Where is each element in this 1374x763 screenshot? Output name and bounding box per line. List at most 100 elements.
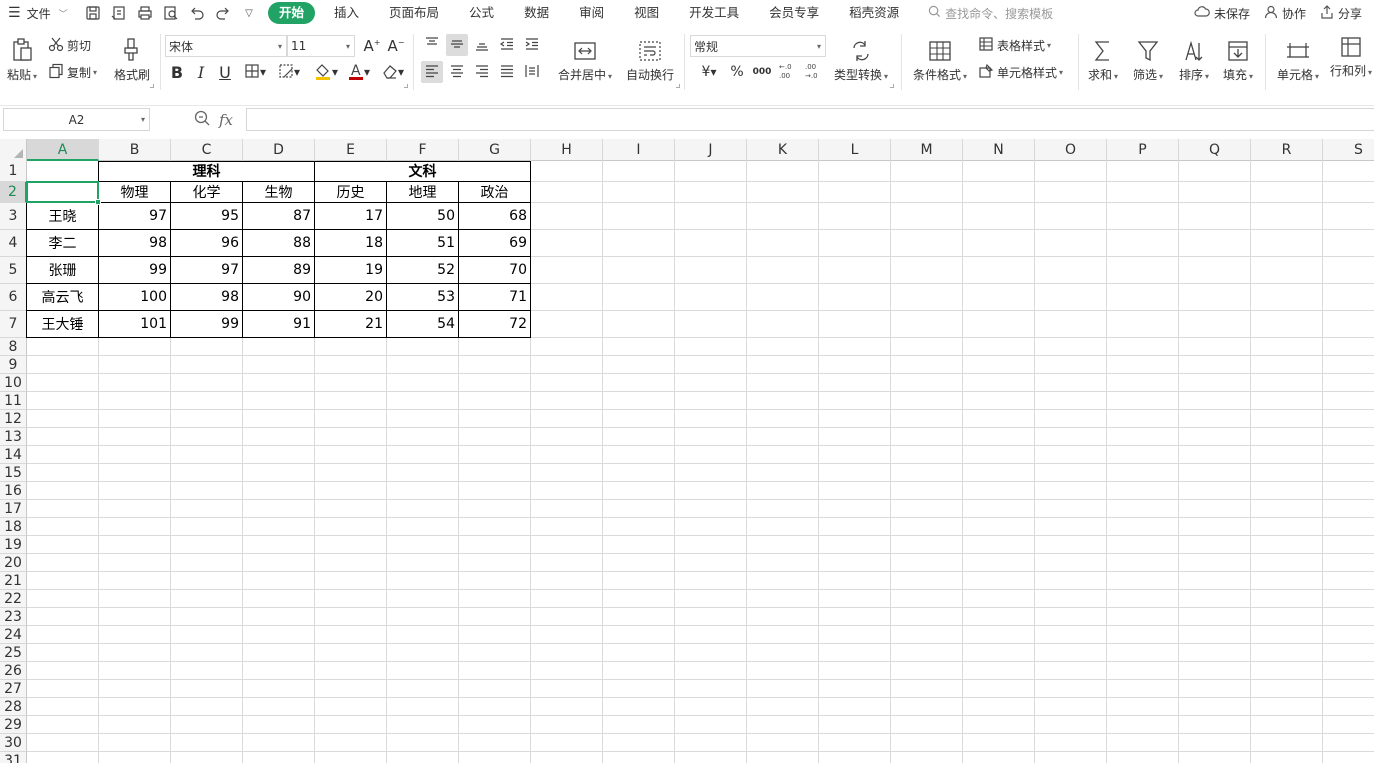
row-header-3[interactable]: 3 — [0, 203, 27, 230]
decrease-indent-button[interactable] — [496, 34, 518, 56]
cell-button[interactable]: 单元格 ▾ — [1272, 32, 1324, 86]
row-header-15[interactable]: 15 — [0, 464, 27, 482]
score-cell[interactable]: 96 — [171, 230, 242, 256]
tab-formulas[interactable]: 公式 — [454, 2, 509, 24]
tab-page-layout[interactable]: 页面布局 — [374, 2, 454, 24]
type-convert-button[interactable]: 类型转换 ▾ — [830, 32, 892, 86]
row-header-24[interactable]: 24 — [0, 626, 27, 644]
decrease-font-size-button[interactable]: A− — [385, 35, 407, 57]
row-header-2[interactable]: 2 — [0, 182, 27, 203]
score-cell[interactable]: 69 — [459, 230, 530, 256]
fill-handle[interactable] — [95, 199, 101, 205]
subject-header-cell[interactable]: 生物 — [243, 182, 314, 202]
score-cell[interactable]: 89 — [243, 257, 314, 283]
score-cell[interactable]: 71 — [459, 284, 530, 310]
row-header-20[interactable]: 20 — [0, 554, 27, 572]
tab-developer[interactable]: 开发工具 — [674, 2, 754, 24]
score-cell[interactable]: 99 — [99, 257, 170, 283]
print-icon[interactable] — [132, 2, 158, 24]
merged-header-arts[interactable]: 文科 — [315, 161, 530, 181]
score-cell[interactable]: 18 — [315, 230, 386, 256]
format-painter-button[interactable]: 格式刷 — [110, 32, 154, 86]
collaborate-button[interactable]: 协作 — [1264, 5, 1306, 22]
align-top-button[interactable] — [421, 34, 443, 56]
student-name-cell[interactable]: 李二 — [27, 230, 98, 256]
student-name-cell[interactable]: 张珊 — [27, 257, 98, 283]
score-cell[interactable]: 91 — [243, 311, 314, 337]
tab-membership[interactable]: 会员专享 — [754, 2, 834, 24]
score-cell[interactable]: 17 — [315, 203, 386, 229]
row-header-25[interactable]: 25 — [0, 644, 27, 662]
column-header-c[interactable]: C — [171, 139, 243, 161]
column-header-g[interactable]: G — [459, 139, 531, 161]
formula-input[interactable] — [246, 108, 1374, 131]
clipboard-launcher[interactable] — [150, 84, 154, 88]
score-cell[interactable]: 72 — [459, 311, 530, 337]
column-header-m[interactable]: M — [891, 139, 963, 161]
score-cell[interactable]: 52 — [387, 257, 458, 283]
row-header-23[interactable]: 23 — [0, 608, 27, 626]
redo-icon[interactable] — [210, 2, 236, 24]
spreadsheet-grid[interactable]: ABCDEFGHIJKLMNOPQRS 1 2 3 4 5 6 7 8 9 10 11 12 13 14 1… — [0, 139, 1374, 763]
row-header-16[interactable]: 16 — [0, 482, 27, 500]
score-cell[interactable]: 20 — [315, 284, 386, 310]
column-header-h[interactable]: H — [531, 139, 603, 161]
thousands-separator-button[interactable]: 000 — [751, 61, 773, 83]
align-bottom-button[interactable] — [471, 34, 493, 56]
paste-button[interactable]: 粘贴 ▾ — [4, 32, 40, 86]
row-header-18[interactable]: 18 — [0, 518, 27, 536]
row-header-27[interactable]: 27 — [0, 680, 27, 698]
score-cell[interactable]: 88 — [243, 230, 314, 256]
row-header-6[interactable]: 6 — [0, 284, 27, 311]
sum-button[interactable]: 求和 ▾ — [1084, 32, 1122, 86]
cell-style-button[interactable]: 单元格样式 ▾ — [978, 62, 1063, 82]
tab-view[interactable]: 视图 — [619, 2, 674, 24]
column-header-q[interactable]: Q — [1179, 139, 1251, 161]
alignment-launcher[interactable] — [676, 84, 680, 88]
wrap-text-button[interactable]: 自动换行 — [622, 32, 678, 86]
row-header-28[interactable]: 28 — [0, 698, 27, 716]
row-header-5[interactable]: 5 — [0, 257, 27, 284]
row-header-4[interactable]: 4 — [0, 230, 27, 257]
score-cell[interactable]: 51 — [387, 230, 458, 256]
percent-format-button[interactable]: % — [726, 61, 748, 83]
insert-function-button[interactable]: fx — [219, 111, 233, 129]
row-header-29[interactable]: 29 — [0, 716, 27, 734]
row-header-8[interactable]: 8 — [0, 338, 27, 356]
student-name-cell[interactable]: 王大锤 — [27, 311, 98, 337]
fill-button[interactable]: 填充 ▾ — [1218, 32, 1258, 86]
font-launcher[interactable] — [404, 84, 408, 88]
decrease-decimal-button[interactable]: .00 →.0 — [803, 61, 825, 83]
zoom-search-icon[interactable] — [193, 109, 211, 130]
column-header-s[interactable]: S — [1323, 139, 1374, 161]
italic-button[interactable]: I — [190, 61, 212, 83]
currency-format-button[interactable]: ¥ ▾ — [694, 61, 724, 83]
align-left-button[interactable] — [421, 61, 443, 83]
score-cell[interactable]: 70 — [459, 257, 530, 283]
fill-color-button[interactable]: ▾ — [310, 61, 342, 83]
column-header-b[interactable]: B — [99, 139, 171, 161]
table-style-button[interactable]: 表格样式 ▾ — [978, 35, 1051, 55]
subject-header-cell[interactable]: 历史 — [315, 182, 386, 202]
row-header-13[interactable]: 13 — [0, 428, 27, 446]
subject-header-cell[interactable]: 政治 — [459, 182, 530, 202]
customize-toolbar-icon[interactable]: ▽ — [236, 2, 262, 24]
row-header-9[interactable]: 9 — [0, 356, 27, 374]
score-cell[interactable]: 97 — [171, 257, 242, 283]
unsaved-status[interactable]: 未保存 — [1194, 5, 1250, 22]
score-cell[interactable]: 100 — [99, 284, 170, 310]
merge-center-button[interactable]: 合并居中 ▾ — [552, 32, 618, 86]
cut-button[interactable]: 剪切 — [48, 35, 91, 55]
filter-button[interactable]: 筛选 ▾ — [1128, 32, 1168, 86]
row-header-19[interactable]: 19 — [0, 536, 27, 554]
column-header-o[interactable]: O — [1035, 139, 1107, 161]
column-header-k[interactable]: K — [747, 139, 819, 161]
subject-header-cell[interactable]: 地理 — [387, 182, 458, 202]
name-box[interactable]: A2 ▾ — [3, 108, 150, 131]
row-header-30[interactable]: 30 — [0, 734, 27, 752]
underline-button[interactable]: U — [214, 61, 236, 83]
save-icon[interactable] — [80, 2, 106, 24]
row-header-21[interactable]: 21 — [0, 572, 27, 590]
score-cell[interactable]: 95 — [171, 203, 242, 229]
increase-indent-button[interactable] — [521, 34, 543, 56]
